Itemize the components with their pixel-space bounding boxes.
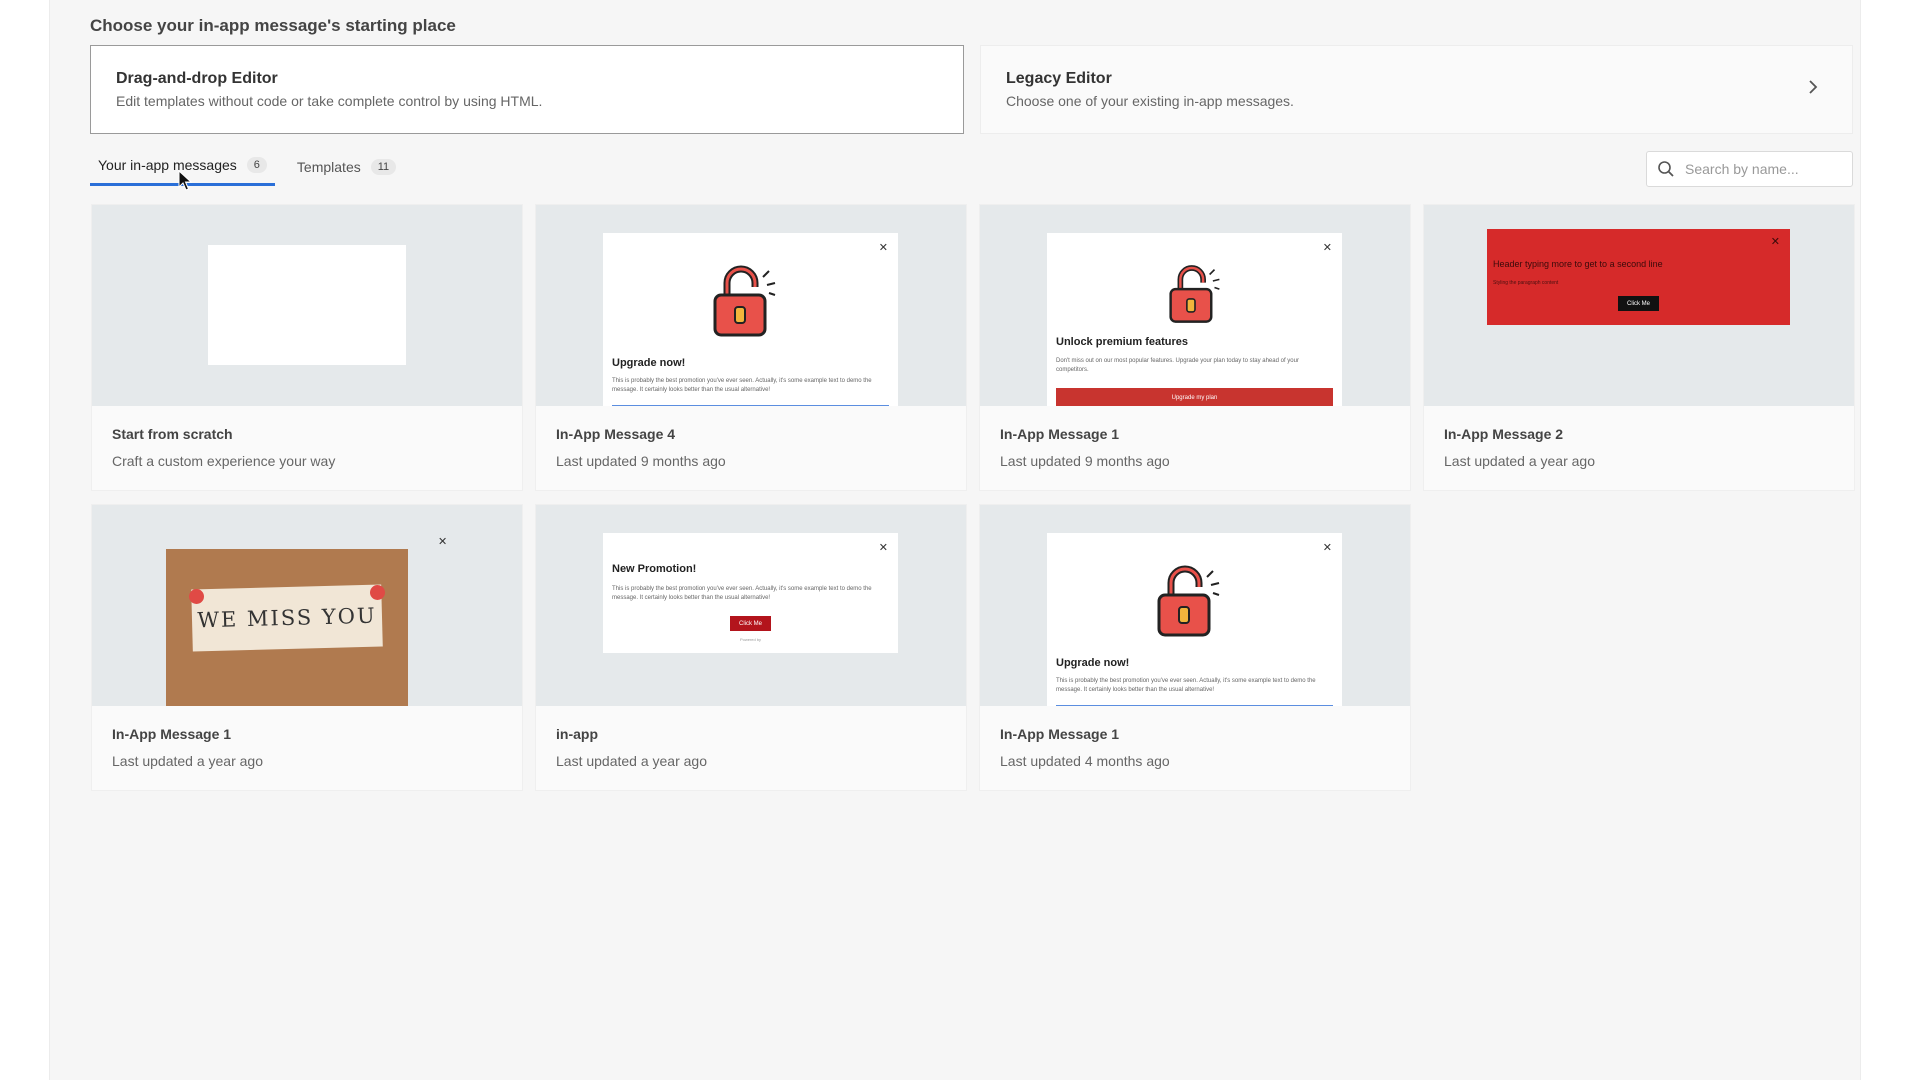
card-subtitle: Last updated 9 months ago	[1000, 453, 1170, 469]
message-card[interactable]: ✕ Unlock premium features Don't miss out…	[979, 204, 1411, 491]
message-card[interactable]: ✕ Upgrade now! This is probably the best…	[535, 204, 967, 491]
close-icon: ✕	[438, 536, 448, 548]
close-icon: ✕	[878, 542, 888, 554]
pushpin-icon	[189, 589, 204, 604]
preview-button: Click Me	[1618, 296, 1659, 311]
paper-note: WE MISS YOU	[191, 584, 383, 652]
card-subtitle: Last updated 4 months ago	[1000, 753, 1170, 769]
message-card[interactable]: ✕ Header typing more to get to a second …	[1423, 204, 1855, 491]
card-thumbnail: ✕ New Promotion! This is probably the be…	[536, 505, 966, 706]
card-thumbnail: ✕ Header typing more to get to a second …	[1424, 205, 1854, 406]
close-icon: ✕	[1322, 542, 1332, 554]
card-title: In-App Message 1	[112, 726, 232, 742]
preview-footer: Powered by	[739, 637, 762, 642]
card-thumbnail: ✕ WE MISS YOU	[92, 505, 522, 706]
preview-body: This is probably the best promotion you'…	[1056, 678, 1316, 693]
tab-label: Your in-app messages	[98, 157, 237, 173]
unlock-icon	[1169, 265, 1220, 323]
preview-button: Upgrade my plan	[1056, 388, 1333, 406]
preview-body: Styling the paragraph content	[1493, 280, 1559, 286]
message-card[interactable]: ✕ WE MISS YOU In-App Message 1 Last upda…	[91, 504, 523, 791]
preview-body: Don't miss out on our most popular featu…	[1056, 358, 1299, 373]
page-heading: Choose your in-app message's starting pl…	[90, 16, 456, 35]
card-subtitle: Last updated a year ago	[1444, 453, 1596, 469]
mouse-cursor-icon	[178, 170, 192, 191]
tab-count-badge: 6	[246, 157, 267, 173]
card-title: In-App Message 4	[556, 426, 676, 442]
preview-heading: Upgrade now!	[1056, 657, 1130, 669]
preview-divider	[612, 405, 889, 406]
corkboard-image: WE MISS YOU	[166, 549, 408, 706]
card-subtitle: Last updated a year ago	[112, 753, 264, 769]
message-preview: ✕ New Promotion! This is probably the be…	[603, 533, 898, 653]
card-title: in-app	[556, 726, 598, 742]
drag-and-drop-editor-option[interactable]: Drag-and-drop Editor Edit templates with…	[90, 45, 964, 134]
close-icon: ✕	[1322, 242, 1332, 254]
start-from-scratch-card[interactable]: Start from scratch Craft a custom experi…	[91, 204, 523, 491]
card-title: In-App Message 2	[1444, 426, 1564, 442]
message-preview: ✕ Upgrade now! This is probably the best…	[603, 233, 898, 406]
card-thumbnail: ✕ Unlock premium features Don't miss out…	[980, 205, 1410, 406]
message-card[interactable]: ✕ New Promotion! This is probably the be…	[535, 504, 967, 791]
close-icon: ✕	[1770, 236, 1780, 248]
message-preview: ✕ Upgrade now! This is probably the best…	[1047, 533, 1342, 706]
preview-body: This is probably the best promotion you'…	[612, 378, 872, 393]
option-description: Choose one of your existing in-app messa…	[1006, 93, 1294, 109]
preview-button: Click Me	[730, 616, 771, 631]
card-subtitle: Last updated 9 months ago	[556, 453, 726, 469]
preview-body: This is probably the best promotion you'…	[612, 586, 872, 601]
card-thumbnail: ✕ Upgrade now! This is probably the best…	[536, 205, 966, 406]
note-text: WE MISS YOU	[197, 603, 377, 633]
message-preview: ✕ Unlock premium features Don't miss out…	[1047, 233, 1342, 406]
card-subtitle: Craft a custom experience your way	[112, 453, 336, 469]
tab-label: Templates	[296, 159, 361, 175]
search-box	[1646, 151, 1853, 187]
option-title: Legacy Editor	[1006, 70, 1112, 87]
card-thumbnail	[92, 205, 522, 406]
preview-heading: Upgrade now!	[612, 357, 686, 369]
preview-divider	[1056, 705, 1333, 706]
unlock-icon	[713, 265, 776, 337]
pushpin-icon	[370, 585, 385, 600]
card-title: In-App Message 1	[1000, 726, 1120, 742]
legacy-editor-option[interactable]: Legacy Editor Choose one of your existin…	[980, 45, 1853, 134]
tab-count-badge: 11	[370, 159, 397, 175]
search-input[interactable]	[1685, 161, 1845, 177]
blank-canvas-preview	[208, 245, 406, 365]
preview-heading: New Promotion!	[612, 563, 697, 575]
search-icon	[1658, 161, 1674, 177]
message-tabs: Your in-app messages 6 Templates 11	[90, 150, 418, 186]
close-icon: ✕	[878, 242, 888, 254]
option-title: Drag-and-drop Editor	[116, 70, 278, 87]
chevron-right-icon	[1809, 80, 1818, 94]
preview-heading: Unlock premium features	[1056, 336, 1189, 348]
card-title: In-App Message 1	[1000, 426, 1120, 442]
tab-templates[interactable]: Templates 11	[289, 150, 404, 184]
card-thumbnail: ✕ Upgrade now! This is probably the best…	[980, 505, 1410, 706]
unlock-icon	[1157, 565, 1220, 637]
preview-heading: Header typing more to get to a second li…	[1493, 259, 1663, 269]
card-subtitle: Last updated a year ago	[556, 753, 708, 769]
option-description: Edit templates without code or take comp…	[116, 93, 543, 109]
message-preview: ✕ Header typing more to get to a second …	[1487, 229, 1790, 325]
message-card[interactable]: ✕ Upgrade now! This is probably the best…	[979, 504, 1411, 791]
card-title: Start from scratch	[112, 426, 233, 442]
